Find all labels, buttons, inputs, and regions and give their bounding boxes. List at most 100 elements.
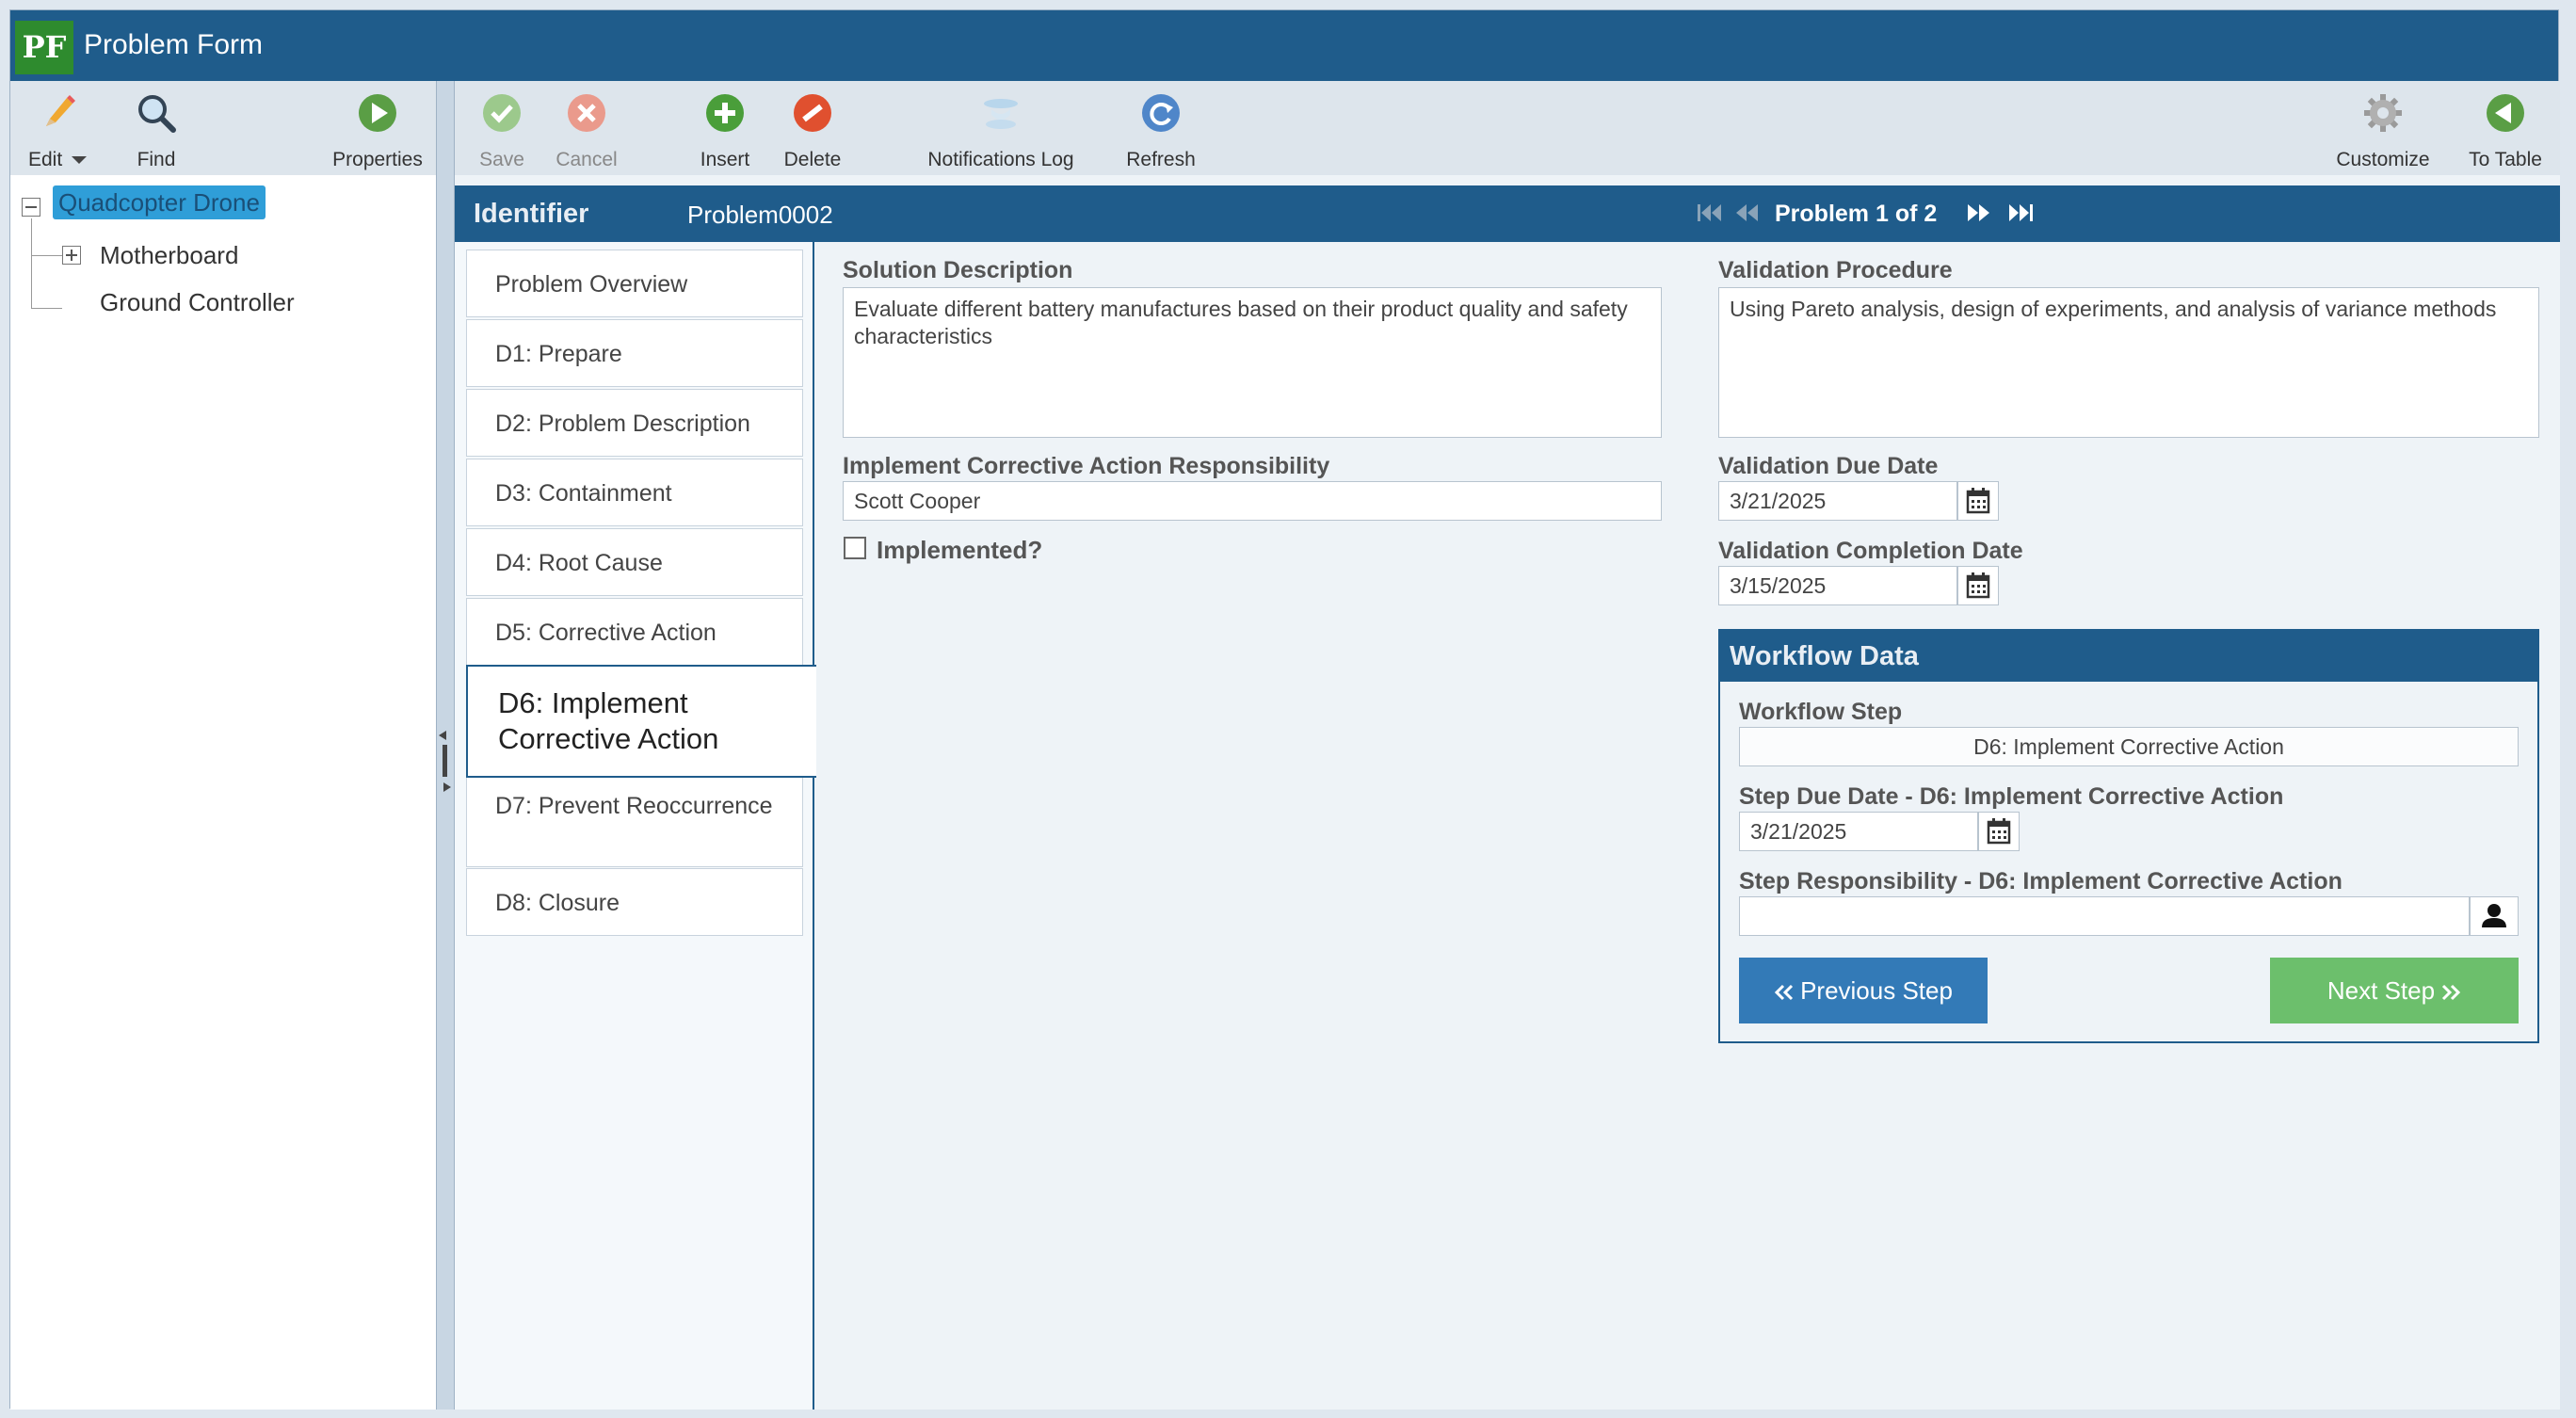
implemented-label: Implemented? (877, 536, 1043, 564)
tree-connector (31, 255, 62, 256)
user-icon (2482, 904, 2506, 927)
tree-node-quadcopter-drone[interactable]: Quadcopter Drone (53, 185, 266, 219)
step-due-date-label: Step Due Date - D6: Implement Corrective… (1739, 783, 2284, 810)
find-button[interactable]: Find (119, 81, 194, 175)
double-chevron-right-icon (2442, 985, 2461, 1001)
tab-d7-prevent-reoccurrence[interactable]: D7: Prevent Reoccurrence (466, 777, 803, 867)
splitter-grip[interactable] (443, 745, 447, 777)
validation-due-date-picker[interactable] (1957, 481, 1999, 521)
to-table-button[interactable]: To Table (2458, 81, 2552, 175)
cancel-label: Cancel (555, 149, 618, 170)
identifier-value: Problem0002 (687, 201, 833, 229)
expand-toggle-icon[interactable] (62, 246, 81, 265)
insert-button[interactable]: Insert (692, 81, 758, 175)
tab-d6-implement-corrective-action[interactable]: D6: Implement Corrective Action (466, 665, 816, 778)
user-picker-button[interactable] (2470, 896, 2519, 936)
refresh-icon (1142, 94, 1180, 132)
previous-step-label: Previous Step (1800, 976, 1953, 1005)
notifications-log-button[interactable]: Notifications Log (902, 81, 1100, 175)
customize-button[interactable]: Customize (2326, 81, 2439, 175)
cancel-button[interactable]: Cancel (549, 81, 624, 175)
workflow-header: Workflow Data (1720, 631, 2537, 682)
save-label: Save (479, 149, 524, 170)
to-table-label: To Table (2469, 149, 2542, 170)
collapse-toggle-icon[interactable] (22, 198, 40, 217)
step-due-date-field[interactable]: 3/21/2025 (1739, 812, 1978, 851)
next-record-icon[interactable] (1964, 201, 1992, 225)
refresh-label: Refresh (1126, 149, 1196, 170)
properties-label: Properties (332, 149, 423, 170)
previous-step-button[interactable]: Previous Step (1739, 958, 1988, 1023)
responsibility-label: Implement Corrective Action Responsibili… (843, 453, 1330, 479)
pencil-icon (46, 95, 75, 126)
edit-button[interactable]: Edit (22, 81, 93, 175)
customize-label: Customize (2336, 149, 2430, 170)
last-record-icon[interactable] (2006, 201, 2035, 225)
validation-completion-date-label: Validation Completion Date (1718, 538, 2023, 564)
notifications-icon (984, 99, 1018, 129)
title-bar: PF Problem Form (10, 10, 2558, 81)
calendar-icon (1966, 572, 1990, 599)
tab-list: Problem Overview D1: Prepare D2: Problem… (455, 242, 816, 1410)
tab-d1-prepare[interactable]: D1: Prepare (466, 319, 803, 387)
responsibility-field[interactable]: Scott Cooper (843, 481, 1662, 521)
caret-down-icon (72, 156, 88, 165)
delete-label: Delete (783, 149, 842, 170)
identifier-label: Identifier (474, 199, 589, 229)
main-area: Save Cancel Insert Delete Notifications … (455, 81, 2560, 1410)
app-logo: PF (15, 21, 73, 74)
workflow-panel: Workflow Data Workflow Step D6: Implemen… (1718, 629, 2539, 1043)
tree-node-motherboard[interactable]: Motherboard (100, 241, 238, 270)
previous-record-icon[interactable] (1733, 201, 1762, 225)
record-position: Problem 1 of 2 (1775, 201, 1938, 227)
tree-node-ground-controller[interactable]: Ground Controller (100, 288, 295, 317)
pane-splitter[interactable] (436, 81, 455, 1410)
next-step-button[interactable]: Next Step (2270, 958, 2519, 1023)
plus-circle-icon (706, 94, 744, 132)
tab-d3-containment[interactable]: D3: Containment (466, 459, 803, 526)
validation-completion-date-picker[interactable] (1957, 566, 1999, 605)
first-record-icon[interactable] (1696, 201, 1724, 225)
validation-due-date-field[interactable]: 3/21/2025 (1718, 481, 1957, 521)
step-responsibility-field[interactable] (1739, 896, 2470, 936)
tab-d4-root-cause[interactable]: D4: Root Cause (466, 528, 803, 596)
tab-d2-problem-description[interactable]: D2: Problem Description (466, 389, 803, 457)
edit-label: Edit (27, 149, 63, 170)
delete-button[interactable]: Delete (775, 81, 850, 175)
validation-completion-date-field[interactable]: 3/15/2025 (1718, 566, 1957, 605)
refresh-button[interactable]: Refresh (1119, 81, 1203, 175)
play-circle-icon (359, 94, 396, 132)
arrow-left-icon (439, 731, 446, 740)
workflow-step-field: D6: Implement Corrective Action (1739, 727, 2519, 766)
properties-button[interactable]: Properties (321, 81, 434, 175)
arrow-right-icon (443, 782, 451, 792)
validation-procedure-label: Validation Procedure (1718, 257, 1953, 283)
validation-procedure-field[interactable]: Using Pareto analysis, design of experim… (1718, 287, 2539, 438)
double-chevron-left-icon (1774, 985, 1794, 1001)
next-step-label: Next Step (2326, 976, 2436, 1005)
minus-circle-icon (794, 94, 831, 132)
x-circle-icon (568, 94, 605, 132)
save-button[interactable]: Save (469, 81, 535, 175)
check-circle-icon (483, 94, 521, 132)
find-label: Find (137, 149, 176, 170)
tree-node-label: Quadcopter Drone (53, 185, 266, 219)
tab-d5-corrective-action[interactable]: D5: Corrective Action (466, 598, 803, 666)
implemented-checkbox[interactable] (844, 537, 866, 559)
record-header: Identifier Problem0002 Problem 1 of 2 (455, 185, 2560, 242)
step-responsibility-label: Step Responsibility - D6: Implement Corr… (1739, 868, 2343, 894)
magnifier-icon (138, 95, 176, 133)
calendar-icon (1966, 488, 1990, 514)
solution-description-field[interactable]: Evaluate different battery manufactures … (843, 287, 1662, 438)
notifications-log-label: Notifications Log (927, 149, 1074, 170)
app-window: PF Problem Form Edit Find Properties Qua… (9, 9, 2560, 1410)
tree-connector (31, 218, 32, 309)
tab-problem-overview[interactable]: Problem Overview (466, 250, 803, 317)
main-toolbar: Save Cancel Insert Delete Notifications … (455, 81, 2560, 175)
tab-d8-closure[interactable]: D8: Closure (466, 868, 803, 936)
solution-description-label: Solution Description (843, 257, 1073, 283)
gear-icon (2364, 94, 2402, 132)
tree-connector (31, 308, 62, 309)
back-circle-icon (2487, 94, 2524, 132)
step-due-date-picker[interactable] (1978, 812, 2020, 851)
